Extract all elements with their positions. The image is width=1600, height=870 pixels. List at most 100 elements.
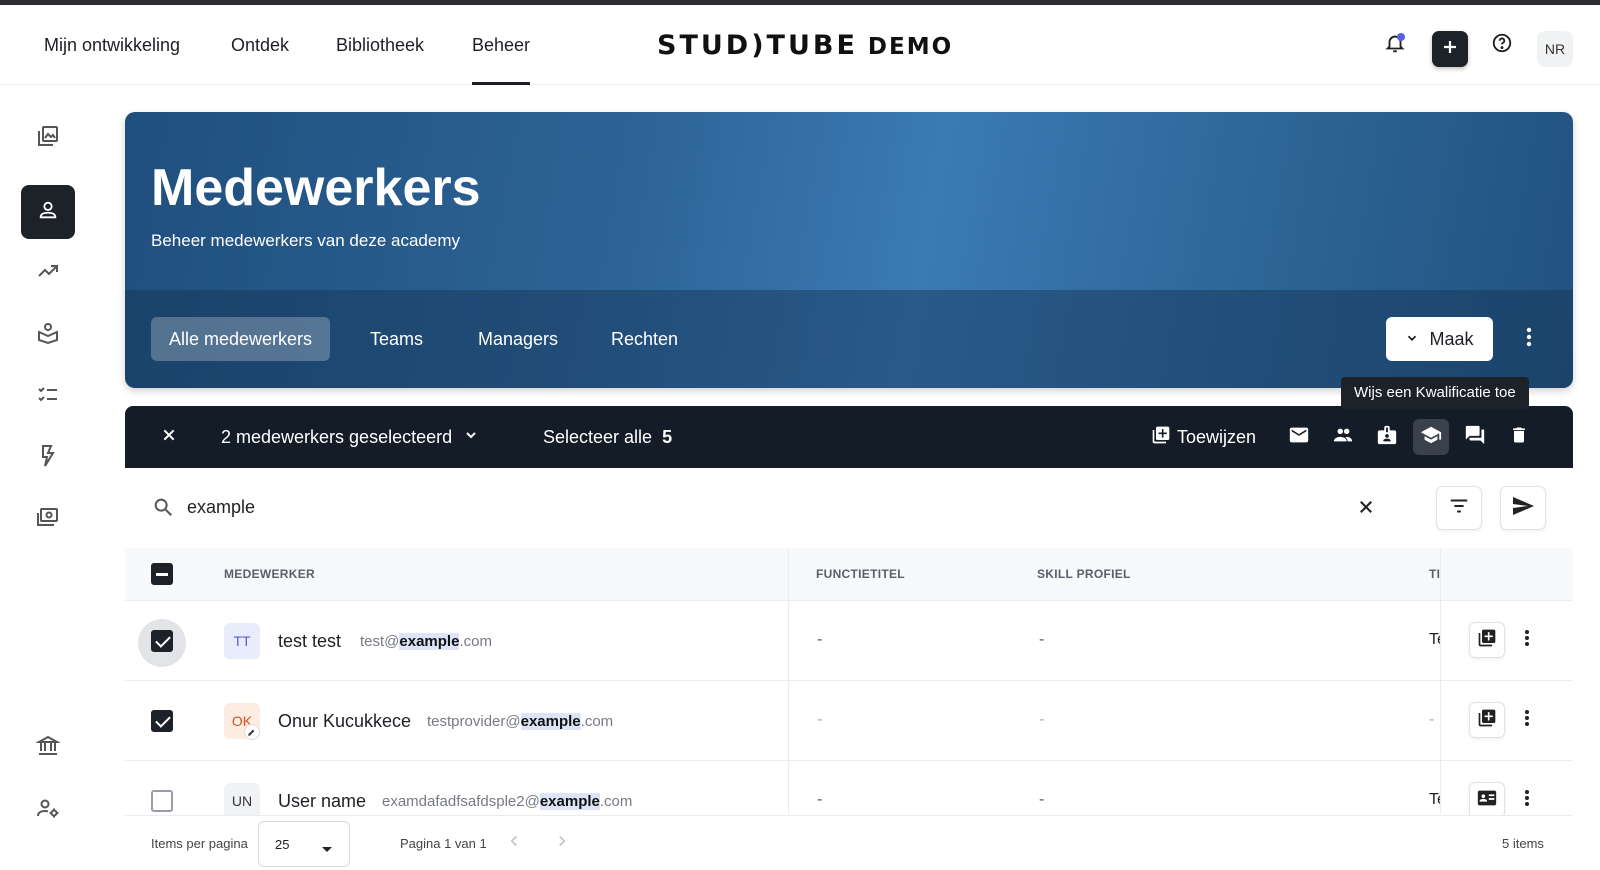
row-more-button[interactable] xyxy=(1515,702,1539,738)
delete-button[interactable] xyxy=(1501,419,1537,455)
assign-icon-wrap[interactable] xyxy=(1143,419,1179,455)
sidebar-item-skills[interactable] xyxy=(21,431,75,485)
filter-icon xyxy=(1448,495,1470,522)
previous-page-button[interactable] xyxy=(505,832,525,852)
create-button-label: Maak xyxy=(1429,328,1474,349)
functietitel-cell: - xyxy=(817,791,823,808)
search-icon xyxy=(152,496,174,523)
employee-name[interactable]: test test xyxy=(278,631,341,652)
total-items: 5 items xyxy=(1502,836,1544,851)
notifications-button[interactable] xyxy=(1377,27,1413,63)
sidebar-item-user-settings[interactable] xyxy=(21,783,75,837)
row-more-button[interactable] xyxy=(1515,782,1539,815)
nav-bibliotheek[interactable]: Bibliotheek xyxy=(336,5,424,85)
assign-manager-button[interactable] xyxy=(1369,419,1405,455)
trending-icon xyxy=(36,259,60,288)
email-prefix: test@ xyxy=(360,633,400,650)
page-indicator: Pagina 1 van 1 xyxy=(400,836,487,851)
select-all-count: 5 xyxy=(662,427,673,447)
gallery-icon xyxy=(36,124,60,153)
chevron-right-icon xyxy=(553,835,571,854)
table-row[interactable]: TT test test test@example.com - - Te xyxy=(125,600,1573,680)
email-suffix: .com xyxy=(459,633,492,650)
filter-button[interactable] xyxy=(1436,486,1482,530)
more-options-button[interactable] xyxy=(1517,322,1541,356)
nav-ontdek[interactable]: Ontdek xyxy=(231,5,289,85)
select-all-button[interactable]: Selecteer alle 5 xyxy=(543,406,672,468)
sidebar-item-tasks[interactable] xyxy=(21,369,75,423)
logo[interactable]: STUD)TUBE DEMO xyxy=(657,30,953,61)
email-suffix: .com xyxy=(599,793,633,810)
row-more-button[interactable] xyxy=(1515,622,1539,658)
send-email-button[interactable] xyxy=(1281,419,1317,455)
functietitel-cell: - xyxy=(817,631,823,648)
tab-rechten[interactable]: Rechten xyxy=(593,317,696,361)
column-divider xyxy=(1440,548,1441,814)
column-medewerker[interactable]: MEDEWERKER xyxy=(224,548,315,600)
add-button[interactable] xyxy=(1432,31,1468,67)
hero-tabbar xyxy=(125,290,1573,388)
skill-cell: - xyxy=(1039,711,1045,728)
assign-qualification-button[interactable] xyxy=(1413,419,1449,455)
employee-name[interactable]: Onur Kucukkece xyxy=(278,711,411,732)
contact-card-button[interactable] xyxy=(1469,782,1505,815)
column-functietitel[interactable]: FUNCTIETITEL xyxy=(816,548,905,600)
next-page-button[interactable] xyxy=(553,832,573,852)
create-button[interactable]: Maak xyxy=(1386,317,1493,361)
avatar: UN xyxy=(224,783,260,815)
learning-icon xyxy=(36,321,60,350)
email-prefix: examdafadfsafdsple2@ xyxy=(382,793,540,810)
kebab-icon xyxy=(1524,629,1530,652)
sidebar-item-gallery[interactable] xyxy=(21,111,75,165)
notification-dot xyxy=(1397,33,1405,41)
skill-cell: - xyxy=(1039,791,1045,808)
table-row[interactable]: OK Onur Kucukkece testprovider@example.c… xyxy=(125,680,1573,760)
table-row[interactable]: UN User name examdafadfsafdsple2@example… xyxy=(125,760,1573,815)
email-prefix: testprovider@ xyxy=(427,713,521,730)
qualification-tooltip: Wijs een Kwalificatie toe xyxy=(1341,377,1529,409)
library-add-icon xyxy=(1151,425,1171,450)
send-message-button[interactable] xyxy=(1457,419,1493,455)
sidebar-item-medewerkers[interactable] xyxy=(21,185,75,239)
select-all-checkbox[interactable] xyxy=(151,563,173,585)
employee-name[interactable]: User name xyxy=(278,791,366,812)
page-subtitle: Beheer medewerkers van deze academy xyxy=(151,231,460,250)
assign-row-button[interactable] xyxy=(1469,702,1505,738)
sidebar-item-budget[interactable] xyxy=(21,492,75,546)
tab-managers[interactable]: Managers xyxy=(460,317,576,361)
send-search-button[interactable] xyxy=(1500,486,1546,530)
help-button[interactable] xyxy=(1484,27,1520,63)
employee-email: testprovider@example.com xyxy=(427,713,613,730)
user-avatar[interactable]: NR xyxy=(1537,31,1573,67)
chevron-down-icon xyxy=(463,427,479,448)
nav-mijn-ontwikkeling[interactable]: Mijn ontwikkeling xyxy=(44,5,180,85)
row-checkbox[interactable] xyxy=(151,710,173,732)
assign-row-button[interactable] xyxy=(1469,622,1505,658)
nav-beheer[interactable]: Beheer xyxy=(472,5,531,85)
row-checkbox[interactable] xyxy=(151,790,173,812)
search-input[interactable]: example xyxy=(187,497,255,518)
badge-icon xyxy=(1376,424,1398,451)
edit-avatar-icon xyxy=(244,724,260,740)
selection-dropdown-button[interactable] xyxy=(453,419,489,455)
tab-alle-medewerkers[interactable]: Alle medewerkers xyxy=(151,317,331,361)
row-checkbox[interactable] xyxy=(151,630,173,652)
assign-button[interactable]: Toewijzen xyxy=(1177,406,1256,468)
sidebar-item-academy[interactable] xyxy=(21,720,75,774)
clear-selection-button[interactable] xyxy=(151,419,187,455)
items-per-page-value: 25 xyxy=(275,837,290,852)
add-to-team-button[interactable] xyxy=(1325,419,1361,455)
items-per-page-select[interactable]: 25 xyxy=(258,821,350,867)
top-navigation: Mijn ontwikkeling Ontdek Bibliotheek Beh… xyxy=(0,5,1600,85)
column-skill-profiel[interactable]: SKILL PROFIEL xyxy=(1037,548,1131,600)
help-icon xyxy=(1491,32,1513,59)
sidebar-item-analytics[interactable] xyxy=(21,246,75,300)
kebab-icon xyxy=(1526,327,1532,352)
mail-icon xyxy=(1288,424,1310,451)
clear-search-button[interactable] xyxy=(1351,494,1381,524)
employee-email: test@example.com xyxy=(360,633,492,650)
table-header: MEDEWERKER FUNCTIETITEL SKILL PROFIEL TI xyxy=(125,548,1573,600)
tab-teams[interactable]: Teams xyxy=(352,317,441,361)
sidebar-item-learning[interactable] xyxy=(21,308,75,362)
search-bar: example xyxy=(125,468,1573,548)
